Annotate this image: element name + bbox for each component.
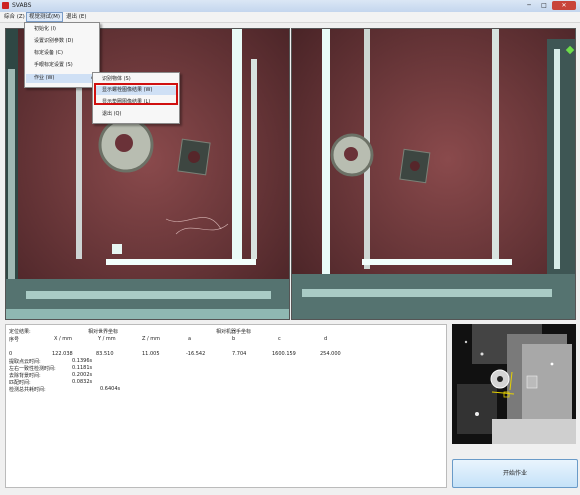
header-c: c <box>278 336 281 342</box>
stat-label: 提取点云时间: <box>9 359 41 365</box>
right-camera-image <box>292 29 575 319</box>
row-x: 122.038 <box>52 351 73 357</box>
stat-value: 0.1181s <box>72 365 93 371</box>
red-highlight-box <box>94 83 178 105</box>
menu-item-work-label: 作业 (W) <box>34 75 55 81</box>
header-b: b <box>232 336 236 342</box>
menu-item-quit[interactable]: 退出 (Q) <box>94 110 178 119</box>
menu-item-set-params[interactable]: 设置识别参数 (D) <box>26 37 98 46</box>
stat-value: 0.6404s <box>100 386 121 392</box>
menu-item-hand-eye[interactable]: 手眼标定设置 (S) <box>26 61 98 70</box>
depth-map-view <box>452 324 576 444</box>
close-button[interactable]: ✕ <box>552 1 576 10</box>
stat-value: 0.1396s <box>72 358 93 364</box>
result-panel: 定位结果: 相对世界坐标 相对机器手坐标 序号 X / mm Y / mm Z … <box>5 324 447 488</box>
result-title: 定位结果: <box>9 329 31 335</box>
start-work-button[interactable]: 开始作业 <box>452 459 578 488</box>
vision-test-menu: 初始化 (I) 设置识别参数 (D) 标定设备 (C) 手眼标定设置 (S) 作… <box>24 22 100 88</box>
depth-map-image <box>452 324 576 444</box>
world-coord-label: 相对世界坐标 <box>88 329 119 335</box>
row-index: 0 <box>9 351 13 357</box>
maximize-button[interactable]: □ <box>537 1 551 10</box>
stat-label: 去除背景时间: <box>9 373 41 379</box>
stat-label: 左右一致性检测时间: <box>9 366 56 372</box>
stat-label: 匹配时间: <box>9 380 31 386</box>
menu-item-initialize[interactable]: 初始化 (I) <box>26 25 98 34</box>
window-title: SVABS <box>12 2 32 9</box>
header-d: d <box>324 336 328 342</box>
app-icon <box>2 2 9 9</box>
row-a: -16.542 <box>186 351 206 357</box>
header-z: Z / mm <box>142 336 161 342</box>
header-x: X / mm <box>54 336 73 342</box>
header-y: Y / mm <box>98 336 116 342</box>
header-a: a <box>188 336 192 342</box>
robot-coord-label: 相对机器手坐标 <box>216 329 252 335</box>
stat-value: 0.0832s <box>72 379 93 385</box>
menu-item-calibrate[interactable]: 标定设备 (C) <box>26 49 98 58</box>
stat-value: 0.2002s <box>72 372 93 378</box>
menu-exit[interactable]: 退出 (E) <box>64 13 89 21</box>
header-index: 序号 <box>9 337 20 343</box>
row-y: 83.510 <box>96 351 114 357</box>
right-camera-view <box>291 28 576 320</box>
menu-general[interactable]: 综合 (Z) <box>2 13 27 21</box>
minimize-button[interactable]: ─ <box>522 1 536 10</box>
row-c: 1600.159 <box>272 351 296 357</box>
menu-item-work[interactable]: 作业 (W) ▸ <box>26 74 98 83</box>
stat-label: 检测总共耗时间: <box>9 387 46 393</box>
menu-vision-test[interactable]: 视觉测试(M) <box>26 12 64 22</box>
row-b: 7.704 <box>232 351 247 357</box>
row-d: 254.000 <box>320 351 341 357</box>
row-z: 11.005 <box>142 351 160 357</box>
